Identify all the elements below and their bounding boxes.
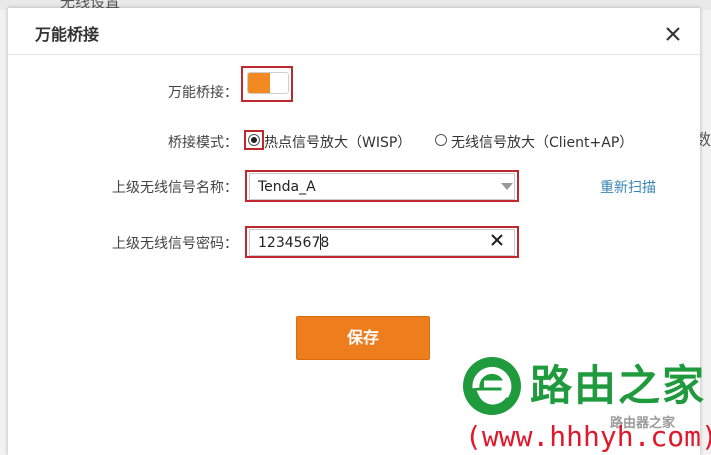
watermark-brand: 路由之家	[530, 361, 707, 410]
password-label: 上级无线信号密码：	[112, 236, 238, 252]
close-icon	[666, 27, 680, 41]
ssid-select[interactable]: Tenda_A	[249, 173, 515, 200]
watermark-url: (www.hhhyh.com)	[465, 420, 711, 453]
radio-wisp[interactable]	[248, 134, 260, 146]
rescan-link[interactable]: 重新扫描	[600, 177, 656, 197]
clear-button[interactable]	[489, 232, 505, 248]
dialog-header: 万能桥接	[8, 8, 700, 55]
save-button[interactable]: 保存	[296, 316, 430, 360]
radio-client-ap[interactable]	[435, 134, 447, 146]
clear-icon	[491, 234, 503, 246]
watermark-logo-icon	[462, 356, 522, 416]
bridge-label: 万能桥接：	[168, 85, 238, 101]
close-button[interactable]	[662, 23, 684, 45]
ssid-label: 上级无线信号名称：	[112, 180, 238, 196]
text-cursor	[320, 234, 321, 250]
mode-label: 桥接模式：	[168, 135, 238, 151]
chevron-down-icon[interactable]	[501, 183, 513, 190]
radio-wisp-label[interactable]: 热点信号放大（WISP）	[264, 132, 411, 152]
radio-client-ap-label[interactable]: 无线信号放大（Client+AP）	[451, 132, 633, 152]
toggle-fill	[248, 73, 270, 93]
bridge-toggle[interactable]	[247, 72, 289, 94]
password-input[interactable]: 12345678	[249, 229, 515, 256]
dialog-title: 万能桥接	[35, 25, 100, 44]
